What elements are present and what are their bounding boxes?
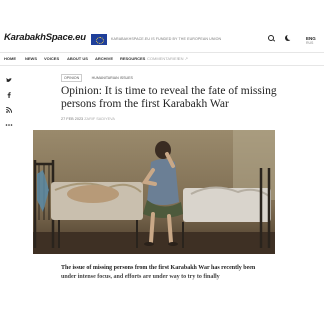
dark-mode-icon[interactable]: [285, 34, 293, 43]
tag-opinion[interactable]: OPINION: [61, 74, 83, 82]
eu-flag-icon: [91, 34, 107, 45]
article-photo: [33, 130, 275, 254]
nav-item-about[interactable]: ABOUT US: [67, 56, 88, 61]
nav-item-archive[interactable]: ARCHIVE: [95, 56, 113, 61]
content-fade-overlay: [0, 272, 324, 322]
tag-humanitarian[interactable]: HUMANITARIAN ISSUES: [89, 74, 136, 82]
article-date: 27 FEB 2023: [61, 117, 84, 121]
search-icon[interactable]: [268, 35, 276, 43]
site-header: KarabakhSpace.eu KARABAKHSPACE.EU IS FUN…: [0, 26, 324, 52]
nav-item-extra[interactable]: EN ↗: [178, 56, 188, 61]
nav-item-home[interactable]: HOME: [4, 56, 16, 61]
page: KarabakhSpace.eu KARABAKHSPACE.EU IS FUN…: [0, 0, 324, 322]
more-icon[interactable]: [5, 121, 13, 129]
nav-item-voices[interactable]: VOICES: [44, 56, 59, 61]
article-author[interactable]: ZARIF SADIYEVA: [84, 117, 115, 121]
nav-item-commentaries[interactable]: COMMENTARIES: [147, 56, 179, 61]
main-nav: HOME NEWS VOICES ABOUT US ARCHIVE RESOUR…: [0, 52, 324, 66]
rss-icon[interactable]: [5, 106, 13, 114]
photo-illustration: [33, 130, 275, 254]
site-logo[interactable]: KarabakhSpace.eu: [4, 32, 86, 43]
eu-funding-notice: KARABAKHSPACE.EU IS FUNDED BY THE EUROPE…: [111, 37, 222, 41]
language-alt[interactable]: RUS: [306, 41, 313, 45]
facebook-icon[interactable]: [5, 91, 13, 99]
article-meta: 27 FEB 2023 ZARIF SADIYEVA: [61, 117, 115, 121]
twitter-icon[interactable]: [5, 76, 13, 84]
nav-item-news[interactable]: NEWS: [25, 56, 37, 61]
nav-item-resources[interactable]: RESOURCES: [120, 56, 145, 61]
article-title: Opinion: It is time to reveal the fate o…: [61, 85, 277, 110]
